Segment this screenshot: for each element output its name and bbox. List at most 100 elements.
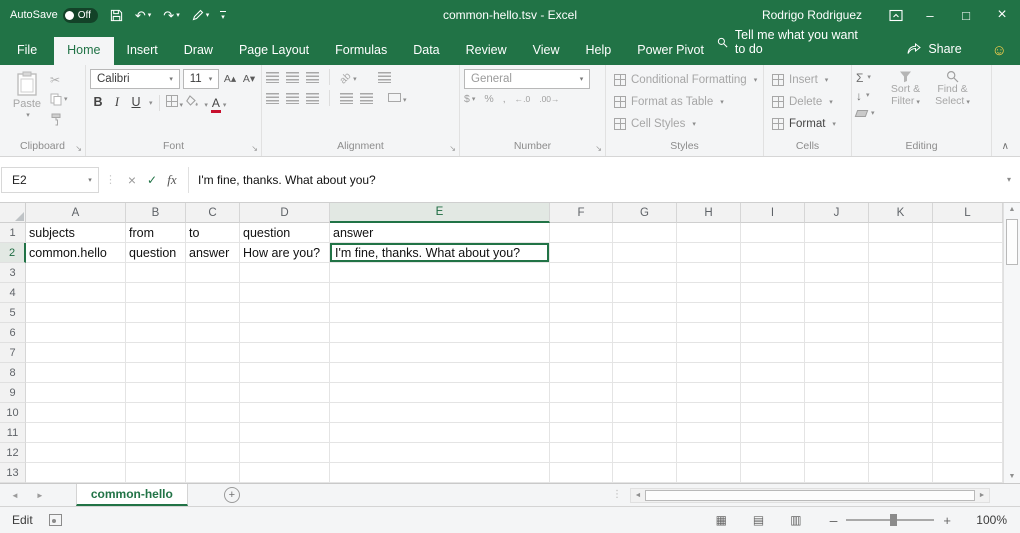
- increase-indent-button[interactable]: [360, 93, 373, 104]
- zoom-in-button[interactable]: +: [943, 513, 951, 528]
- cell-F12[interactable]: [550, 443, 613, 463]
- cell-D11[interactable]: [240, 423, 330, 443]
- row-header-11[interactable]: 11: [0, 423, 26, 443]
- cell-J1[interactable]: [805, 223, 869, 243]
- top-align-button[interactable]: [266, 72, 279, 83]
- cell-D6[interactable]: [240, 323, 330, 343]
- merge-center-button[interactable]: ▾: [388, 91, 407, 105]
- cell-C9[interactable]: [186, 383, 240, 403]
- macro-record-icon[interactable]: [49, 514, 62, 526]
- cell-E3[interactable]: [330, 263, 550, 283]
- insert-cells-button[interactable]: Insert▾: [768, 69, 847, 90]
- save-button[interactable]: [110, 9, 123, 22]
- cell-I1[interactable]: [741, 223, 805, 243]
- cell-F11[interactable]: [550, 423, 613, 443]
- row-header-10[interactable]: 10: [0, 403, 26, 423]
- cell-L1[interactable]: [933, 223, 1003, 243]
- cell-styles-button[interactable]: Cell Styles▾: [610, 113, 759, 134]
- cell-C11[interactable]: [186, 423, 240, 443]
- font-color-button[interactable]: A▾: [211, 96, 227, 110]
- cell-K5[interactable]: [869, 303, 933, 323]
- maximize-button[interactable]: □: [948, 0, 984, 30]
- cell-H11[interactable]: [677, 423, 741, 443]
- cell-K4[interactable]: [869, 283, 933, 303]
- cancel-button[interactable]: ×: [122, 173, 142, 187]
- row-header-13[interactable]: 13: [0, 463, 26, 483]
- zoom-slider[interactable]: [846, 519, 934, 521]
- cell-K11[interactable]: [869, 423, 933, 443]
- cell-C7[interactable]: [186, 343, 240, 363]
- column-header-H[interactable]: H: [677, 203, 741, 223]
- vertical-scrollbar[interactable]: ▲ ▼: [1003, 203, 1020, 483]
- cell-A1[interactable]: subjects: [26, 223, 126, 243]
- share-button[interactable]: Share: [907, 42, 961, 65]
- formula-input[interactable]: I'm fine, thanks. What about you?: [195, 173, 1007, 187]
- borders-button[interactable]: ▾: [166, 95, 184, 110]
- cell-L9[interactable]: [933, 383, 1003, 403]
- cell-A11[interactable]: [26, 423, 126, 443]
- middle-align-button[interactable]: [286, 72, 299, 83]
- select-all-button[interactable]: [0, 203, 26, 223]
- cell-K7[interactable]: [869, 343, 933, 363]
- conditional-formatting-button[interactable]: Conditional Formatting▾: [610, 69, 759, 90]
- increase-font-size-button[interactable]: A▴: [222, 71, 238, 88]
- cell-K1[interactable]: [869, 223, 933, 243]
- number-format-select[interactable]: General▾: [464, 69, 590, 89]
- cell-D7[interactable]: [240, 343, 330, 363]
- cell-K3[interactable]: [869, 263, 933, 283]
- row-header-5[interactable]: 5: [0, 303, 26, 323]
- cell-I9[interactable]: [741, 383, 805, 403]
- cell-I11[interactable]: [741, 423, 805, 443]
- cell-D3[interactable]: [240, 263, 330, 283]
- cell-G11[interactable]: [613, 423, 677, 443]
- cell-D13[interactable]: [240, 463, 330, 483]
- ribbon-tab-formulas[interactable]: Formulas: [322, 37, 400, 65]
- cell-F5[interactable]: [550, 303, 613, 323]
- cell-E9[interactable]: [330, 383, 550, 403]
- cell-C13[interactable]: [186, 463, 240, 483]
- tell-me-search[interactable]: Tell me what you want to do: [717, 28, 865, 65]
- column-header-L[interactable]: L: [933, 203, 1003, 223]
- next-sheet-icon[interactable]: ►: [36, 491, 44, 500]
- cell-A5[interactable]: [26, 303, 126, 323]
- cell-F9[interactable]: [550, 383, 613, 403]
- cell-B10[interactable]: [126, 403, 186, 423]
- format-cells-button[interactable]: Format▾: [768, 113, 847, 134]
- cell-E10[interactable]: [330, 403, 550, 423]
- cell-I2[interactable]: [741, 243, 805, 263]
- cell-E1[interactable]: answer: [330, 223, 550, 243]
- cell-I10[interactable]: [741, 403, 805, 423]
- sheet-tab-common-hello[interactable]: common-hello: [76, 484, 188, 506]
- cell-L2[interactable]: [933, 243, 1003, 263]
- cell-E11[interactable]: [330, 423, 550, 443]
- column-header-K[interactable]: K: [869, 203, 933, 223]
- ribbon-display-options-button[interactable]: [880, 0, 912, 30]
- cell-G5[interactable]: [613, 303, 677, 323]
- cell-B6[interactable]: [126, 323, 186, 343]
- delete-cells-button[interactable]: Delete▾: [768, 91, 847, 112]
- cell-B2[interactable]: question: [126, 243, 186, 263]
- cell-E7[interactable]: [330, 343, 550, 363]
- paste-button[interactable]: Paste ▾: [4, 69, 50, 139]
- row-header-8[interactable]: 8: [0, 363, 26, 383]
- currency-format-button[interactable]: $▾: [464, 94, 475, 105]
- column-header-E[interactable]: E: [330, 203, 550, 223]
- page-break-view-button[interactable]: ▥: [790, 513, 801, 527]
- ribbon-tab-home[interactable]: Home: [54, 37, 113, 65]
- cell-I6[interactable]: [741, 323, 805, 343]
- align-right-button[interactable]: [306, 93, 319, 104]
- cell-F13[interactable]: [550, 463, 613, 483]
- cell-L10[interactable]: [933, 403, 1003, 423]
- sheet-bar-handle[interactable]: ⋮: [612, 489, 622, 500]
- enter-button[interactable]: ✓: [142, 174, 162, 186]
- cell-H7[interactable]: [677, 343, 741, 363]
- cell-G2[interactable]: [613, 243, 677, 263]
- cell-C12[interactable]: [186, 443, 240, 463]
- copy-button[interactable]: ▾: [50, 92, 68, 107]
- cell-B8[interactable]: [126, 363, 186, 383]
- cell-E4[interactable]: [330, 283, 550, 303]
- cell-J9[interactable]: [805, 383, 869, 403]
- cell-F6[interactable]: [550, 323, 613, 343]
- cell-J8[interactable]: [805, 363, 869, 383]
- cell-D12[interactable]: [240, 443, 330, 463]
